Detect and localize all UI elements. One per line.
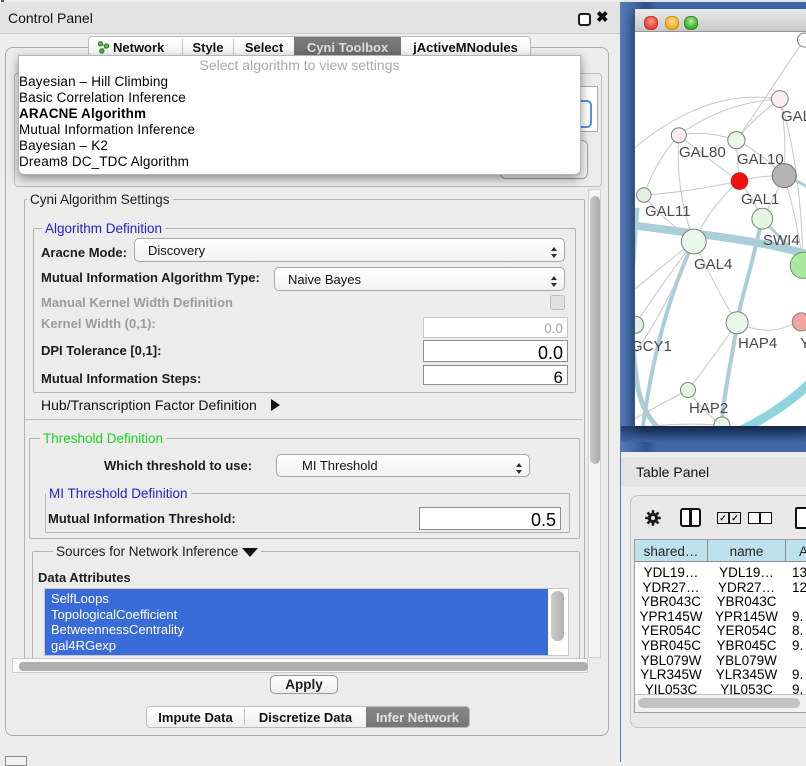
svg-text:GAL10: GAL10	[737, 151, 784, 168]
svg-text:GAL7: GAL7	[781, 108, 806, 125]
svg-text:GAL1: GAL1	[741, 191, 779, 208]
svg-text:GAL11: GAL11	[645, 203, 691, 220]
svg-text:HAP4: HAP4	[738, 335, 777, 352]
svg-text:SWI4: SWI4	[763, 232, 800, 249]
svg-text:GCY1: GCY1	[635, 338, 672, 355]
svg-text:GAL4: GAL4	[694, 256, 732, 273]
svg-text:Y: Y	[800, 335, 806, 352]
svg-text:GAL80: GAL80	[679, 144, 726, 161]
svg-text:HAP2: HAP2	[689, 400, 728, 417]
